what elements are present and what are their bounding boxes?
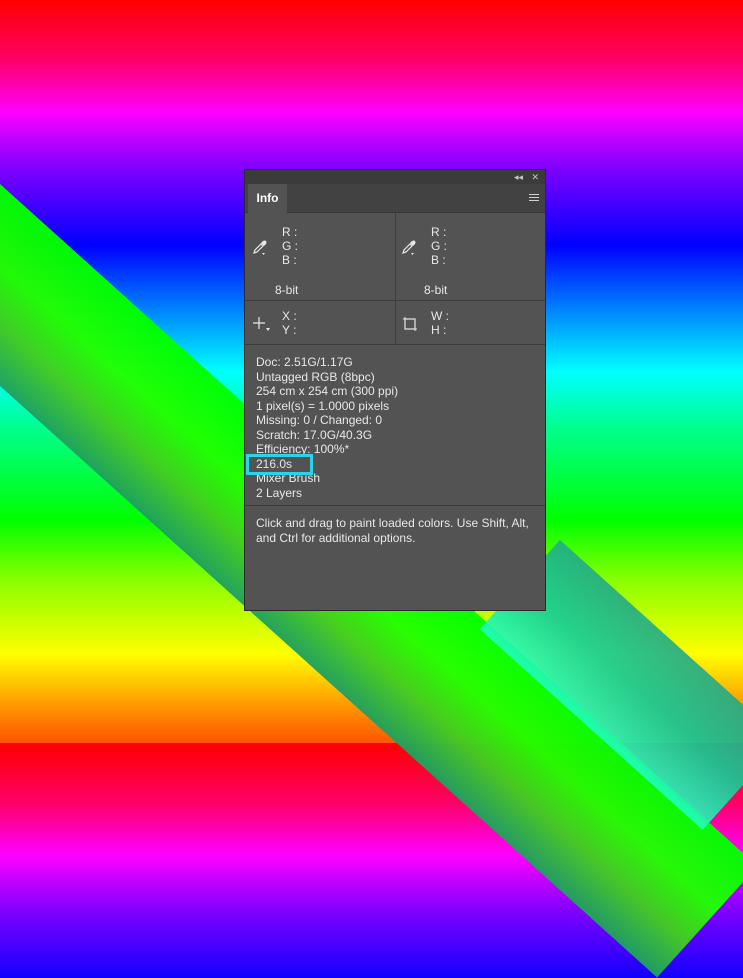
coordinate-section: X : Y : W : H : (245, 301, 545, 345)
h-label: H : (431, 323, 447, 337)
layer-count: 2 Layers (256, 485, 303, 500)
x-label: X : (282, 309, 297, 323)
document-stats: Doc: 2.51G/1.17G Untagged RGB (8bpc) 254… (245, 345, 545, 506)
eyedropper-icon[interactable] (252, 239, 268, 255)
left-g-label: G : (282, 239, 299, 253)
panel-title-bar[interactable]: ◂◂ ✕ (245, 170, 545, 184)
color-readout-section: R : G : B : 8-bit R : G : B : 8-bit (245, 213, 545, 301)
missing-changed: Missing: 0 / Changed: 0 (256, 413, 383, 427)
collapse-panel-icon[interactable]: ◂◂ (514, 170, 523, 184)
w-label: W : (431, 309, 449, 323)
right-b-label: B : (431, 253, 446, 267)
crosshair-icon[interactable] (252, 316, 270, 332)
tab-info[interactable]: Info (248, 184, 287, 213)
right-bit-depth[interactable]: 8-bit (424, 283, 447, 297)
color-profile: Untagged RGB (8bpc) (256, 369, 375, 384)
tool-hint: Click and drag to paint loaded colors. U… (256, 516, 529, 545)
left-bit-depth[interactable]: 8-bit (275, 283, 298, 297)
eyedropper-icon[interactable] (401, 239, 417, 255)
doc-size: Doc: 2.51G/1.17G (256, 355, 353, 369)
scratch-sizes: Scratch: 17.0G/40.3G (256, 427, 373, 442)
marquee-icon (403, 317, 417, 331)
close-panel-icon[interactable]: ✕ (531, 170, 539, 184)
left-b-label: B : (282, 253, 297, 267)
doc-dimensions: 254 cm x 254 cm (300 ppi) (256, 384, 399, 398)
info-panel: ◂◂ ✕ Info R : G : B : 8-bit R : G : B : … (244, 169, 546, 611)
timing-highlight-box (246, 454, 313, 475)
right-r-label: R : (431, 225, 447, 239)
right-g-label: G : (431, 239, 448, 253)
panel-menu-icon[interactable] (529, 194, 539, 203)
left-r-label: R : (282, 225, 298, 239)
panel-tab-bar: Info (245, 184, 545, 213)
pixel-ratio: 1 pixel(s) = 1.0000 pixels (256, 398, 390, 413)
y-label: Y : (282, 323, 297, 337)
